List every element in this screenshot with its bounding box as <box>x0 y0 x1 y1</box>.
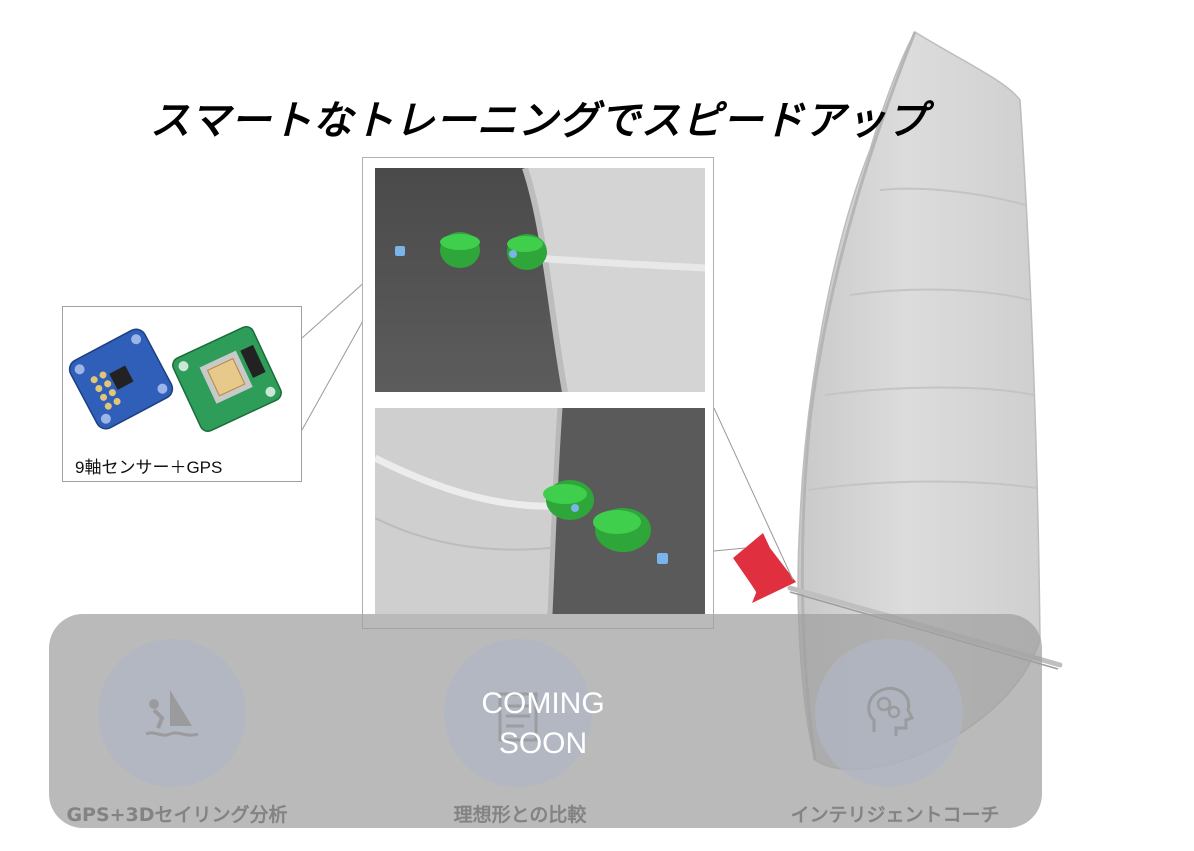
coming-soon-line2: SOON <box>498 727 588 760</box>
render-panel <box>362 157 714 629</box>
feature-label-sailing-analysis: GPS+3Dセイリング分析 <box>66 804 288 826</box>
windsurfer-icon <box>145 690 199 737</box>
nine-axis-sensor-icon <box>68 328 174 430</box>
sensor-inset: 9軸センサー＋GPS <box>62 306 302 482</box>
feature-label-coach: インテリジェントコーチ <box>790 804 1000 826</box>
sensor-label: 9軸センサー＋GPS <box>75 458 223 477</box>
coming-soon-line1: COMING <box>481 687 605 720</box>
sensor-boards-illustration <box>68 326 282 432</box>
render-bottom-view <box>375 408 705 614</box>
page-title: スマートなトレーニングでスピードアップ <box>150 98 928 144</box>
coming-soon-badge: COMING SOON <box>440 684 646 764</box>
render-top-view <box>375 168 705 392</box>
gps-module-icon <box>172 326 282 432</box>
brain-gear-icon <box>867 687 915 736</box>
feature-label-compare: 理想形との比較 <box>453 804 587 826</box>
